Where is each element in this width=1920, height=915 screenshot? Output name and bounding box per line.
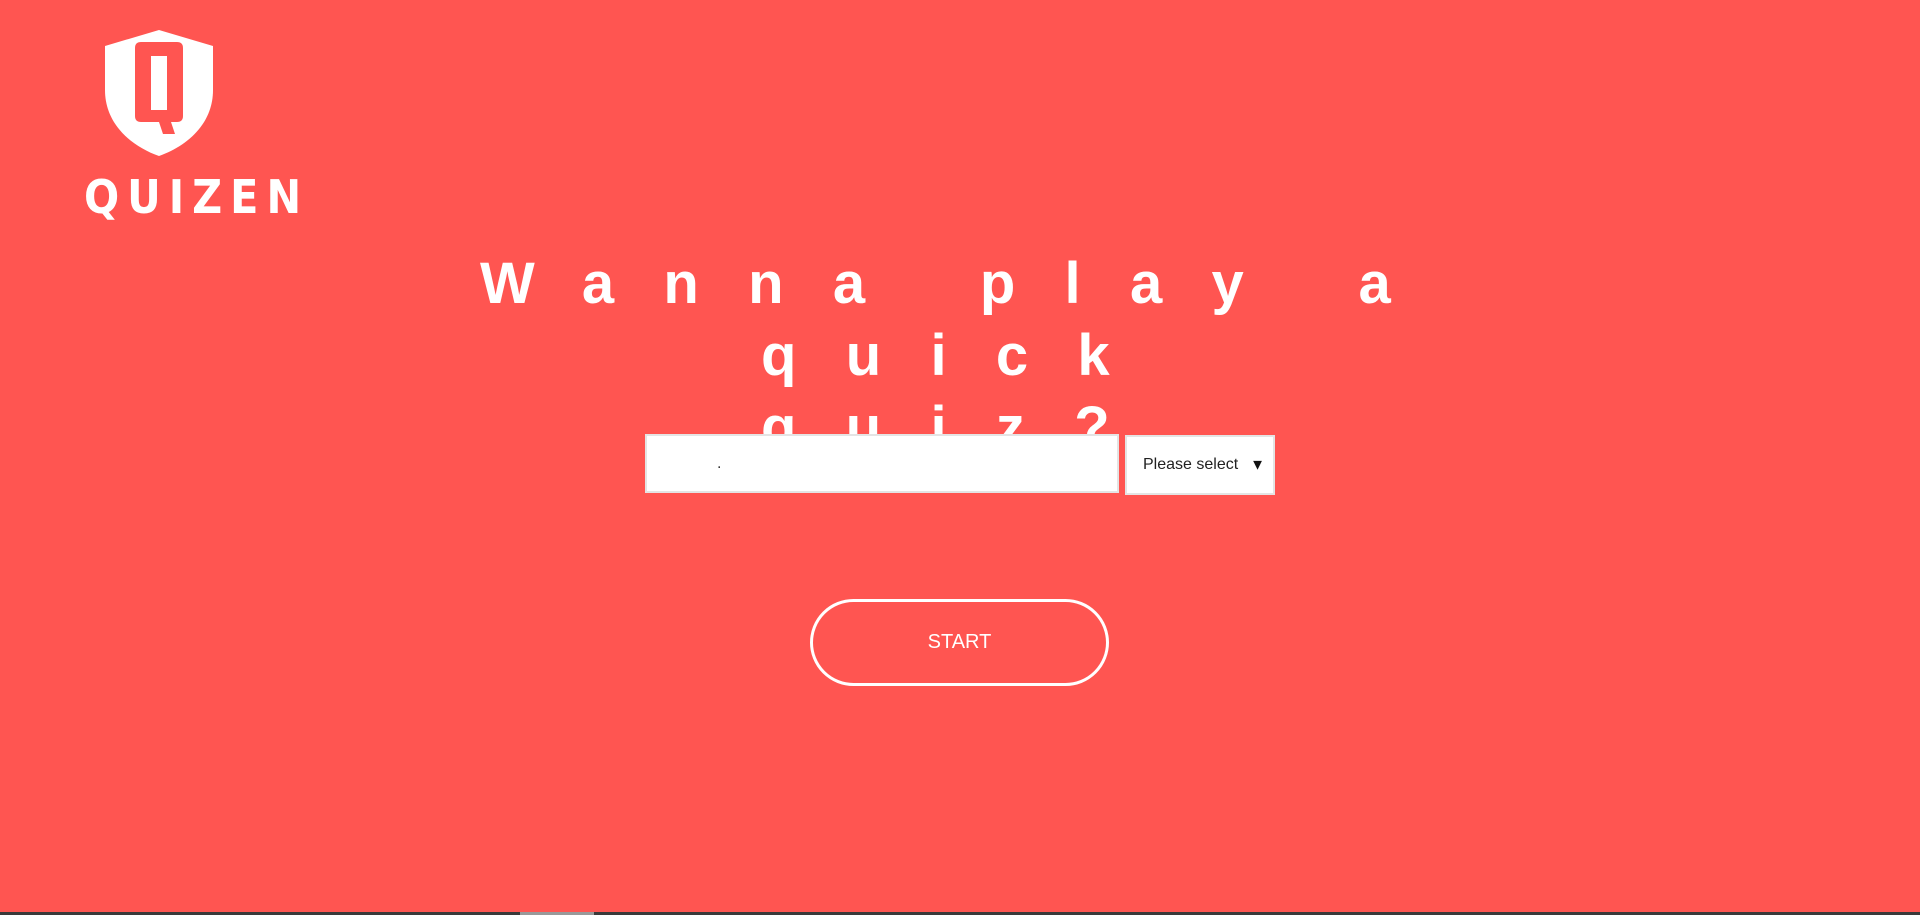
shield-q-icon: [105, 30, 213, 156]
dropdown-arrow-icon: ▼: [1250, 456, 1265, 474]
title-line-1: Wanna play a quick: [479, 251, 1441, 388]
start-button-label: START: [927, 631, 992, 653]
name-input[interactable]: [645, 434, 1119, 493]
logo-wordmark: QUIZEN: [84, 170, 310, 224]
quiz-setup-form: Please select ▼: [645, 434, 1275, 495]
quizen-logo: QUIZEN: [76, 28, 310, 224]
category-select[interactable]: Please select ▼: [1125, 435, 1275, 495]
select-value: Please select: [1143, 456, 1239, 473]
page-title: Wanna play a quick quiz?: [410, 248, 1510, 464]
start-button[interactable]: START: [810, 599, 1109, 686]
